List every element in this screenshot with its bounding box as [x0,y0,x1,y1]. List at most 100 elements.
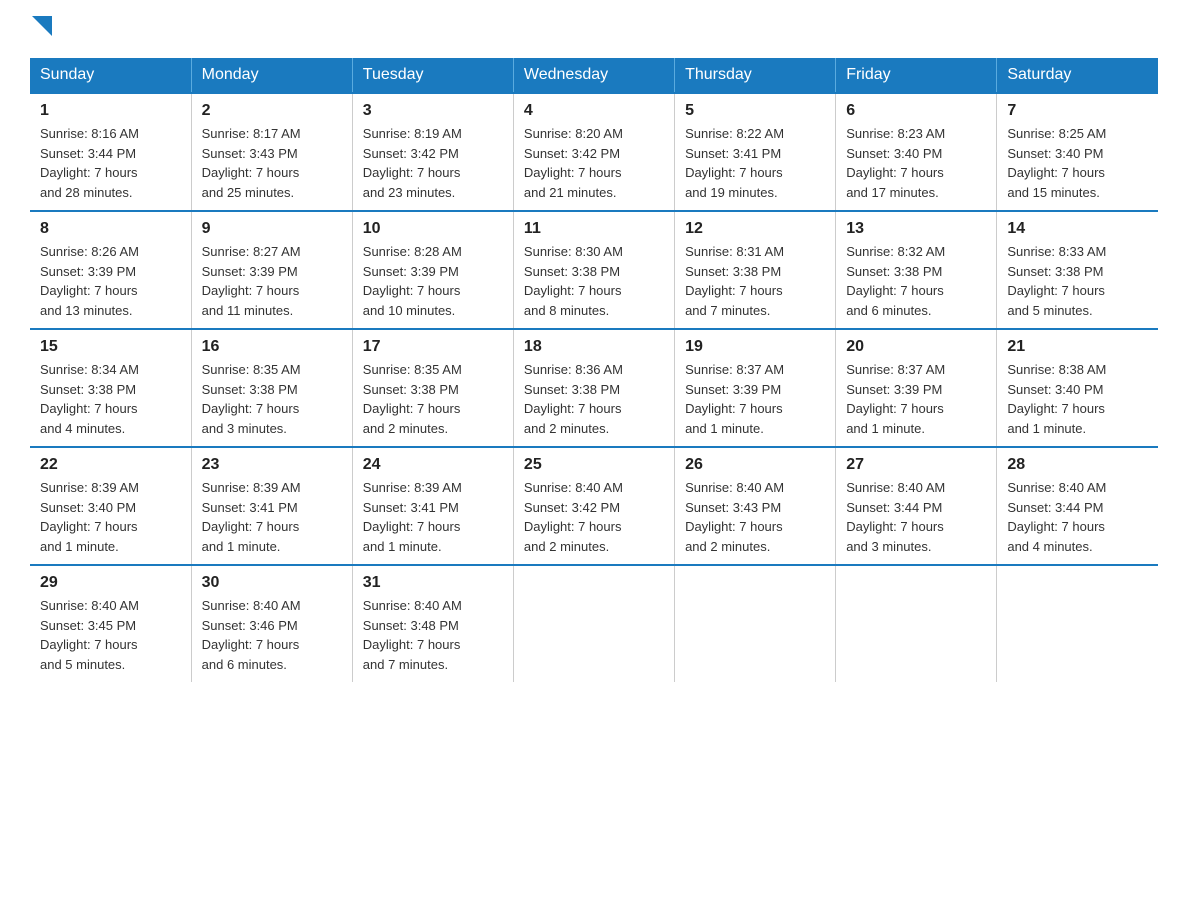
day-number: 26 [685,456,825,474]
calendar-cell: 5 Sunrise: 8:22 AM Sunset: 3:41 PM Dayli… [675,93,836,211]
day-number: 23 [202,456,342,474]
day-info: Sunrise: 8:23 AM Sunset: 3:40 PM Dayligh… [846,124,986,202]
weekday-header-tuesday: Tuesday [352,58,513,93]
calendar-cell: 15 Sunrise: 8:34 AM Sunset: 3:38 PM Dayl… [30,329,191,447]
day-number: 9 [202,220,342,238]
day-number: 24 [363,456,503,474]
calendar-cell: 17 Sunrise: 8:35 AM Sunset: 3:38 PM Dayl… [352,329,513,447]
calendar-cell: 28 Sunrise: 8:40 AM Sunset: 3:44 PM Dayl… [997,447,1158,565]
day-number: 18 [524,338,664,356]
day-info: Sunrise: 8:39 AM Sunset: 3:40 PM Dayligh… [40,478,181,556]
calendar-cell: 22 Sunrise: 8:39 AM Sunset: 3:40 PM Dayl… [30,447,191,565]
day-info: Sunrise: 8:40 AM Sunset: 3:48 PM Dayligh… [363,596,503,674]
calendar-cell: 21 Sunrise: 8:38 AM Sunset: 3:40 PM Dayl… [997,329,1158,447]
calendar-cell: 1 Sunrise: 8:16 AM Sunset: 3:44 PM Dayli… [30,93,191,211]
day-info: Sunrise: 8:37 AM Sunset: 3:39 PM Dayligh… [685,360,825,438]
day-info: Sunrise: 8:31 AM Sunset: 3:38 PM Dayligh… [685,242,825,320]
day-number: 3 [363,102,503,120]
day-number: 25 [524,456,664,474]
day-info: Sunrise: 8:32 AM Sunset: 3:38 PM Dayligh… [846,242,986,320]
day-number: 20 [846,338,986,356]
day-number: 21 [1007,338,1148,356]
day-number: 17 [363,338,503,356]
day-number: 5 [685,102,825,120]
day-number: 22 [40,456,181,474]
calendar-cell: 4 Sunrise: 8:20 AM Sunset: 3:42 PM Dayli… [513,93,674,211]
day-info: Sunrise: 8:35 AM Sunset: 3:38 PM Dayligh… [363,360,503,438]
calendar-cell: 2 Sunrise: 8:17 AM Sunset: 3:43 PM Dayli… [191,93,352,211]
calendar-cell: 31 Sunrise: 8:40 AM Sunset: 3:48 PM Dayl… [352,565,513,682]
day-info: Sunrise: 8:30 AM Sunset: 3:38 PM Dayligh… [524,242,664,320]
day-number: 31 [363,574,503,592]
weekday-header-monday: Monday [191,58,352,93]
calendar-cell: 23 Sunrise: 8:39 AM Sunset: 3:41 PM Dayl… [191,447,352,565]
weekday-header-friday: Friday [836,58,997,93]
day-number: 4 [524,102,664,120]
calendar-cell: 25 Sunrise: 8:40 AM Sunset: 3:42 PM Dayl… [513,447,674,565]
day-number: 12 [685,220,825,238]
calendar-cell: 6 Sunrise: 8:23 AM Sunset: 3:40 PM Dayli… [836,93,997,211]
day-info: Sunrise: 8:40 AM Sunset: 3:43 PM Dayligh… [685,478,825,556]
day-number: 27 [846,456,986,474]
day-info: Sunrise: 8:28 AM Sunset: 3:39 PM Dayligh… [363,242,503,320]
day-info: Sunrise: 8:25 AM Sunset: 3:40 PM Dayligh… [1007,124,1148,202]
calendar-cell: 20 Sunrise: 8:37 AM Sunset: 3:39 PM Dayl… [836,329,997,447]
calendar-week-row: 8 Sunrise: 8:26 AM Sunset: 3:39 PM Dayli… [30,211,1158,329]
day-info: Sunrise: 8:39 AM Sunset: 3:41 PM Dayligh… [202,478,342,556]
calendar-cell: 26 Sunrise: 8:40 AM Sunset: 3:43 PM Dayl… [675,447,836,565]
day-info: Sunrise: 8:40 AM Sunset: 3:44 PM Dayligh… [846,478,986,556]
day-number: 19 [685,338,825,356]
day-info: Sunrise: 8:36 AM Sunset: 3:38 PM Dayligh… [524,360,664,438]
day-info: Sunrise: 8:26 AM Sunset: 3:39 PM Dayligh… [40,242,181,320]
page-header [30,20,1158,38]
day-info: Sunrise: 8:22 AM Sunset: 3:41 PM Dayligh… [685,124,825,202]
day-number: 8 [40,220,181,238]
day-info: Sunrise: 8:20 AM Sunset: 3:42 PM Dayligh… [524,124,664,202]
day-number: 14 [1007,220,1148,238]
day-number: 2 [202,102,342,120]
day-info: Sunrise: 8:37 AM Sunset: 3:39 PM Dayligh… [846,360,986,438]
calendar-cell: 10 Sunrise: 8:28 AM Sunset: 3:39 PM Dayl… [352,211,513,329]
day-info: Sunrise: 8:35 AM Sunset: 3:38 PM Dayligh… [202,360,342,438]
day-number: 1 [40,102,181,120]
logo-triangle-icon [32,16,54,38]
day-info: Sunrise: 8:16 AM Sunset: 3:44 PM Dayligh… [40,124,181,202]
day-info: Sunrise: 8:39 AM Sunset: 3:41 PM Dayligh… [363,478,503,556]
calendar-cell: 16 Sunrise: 8:35 AM Sunset: 3:38 PM Dayl… [191,329,352,447]
calendar-table: SundayMondayTuesdayWednesdayThursdayFrid… [30,58,1158,682]
calendar-cell: 14 Sunrise: 8:33 AM Sunset: 3:38 PM Dayl… [997,211,1158,329]
day-number: 16 [202,338,342,356]
weekday-header-row: SundayMondayTuesdayWednesdayThursdayFrid… [30,58,1158,93]
calendar-cell: 3 Sunrise: 8:19 AM Sunset: 3:42 PM Dayli… [352,93,513,211]
calendar-week-row: 15 Sunrise: 8:34 AM Sunset: 3:38 PM Dayl… [30,329,1158,447]
day-number: 29 [40,574,181,592]
calendar-cell [513,565,674,682]
day-info: Sunrise: 8:17 AM Sunset: 3:43 PM Dayligh… [202,124,342,202]
calendar-cell: 13 Sunrise: 8:32 AM Sunset: 3:38 PM Dayl… [836,211,997,329]
calendar-week-row: 29 Sunrise: 8:40 AM Sunset: 3:45 PM Dayl… [30,565,1158,682]
calendar-cell: 19 Sunrise: 8:37 AM Sunset: 3:39 PM Dayl… [675,329,836,447]
calendar-cell [675,565,836,682]
calendar-cell: 27 Sunrise: 8:40 AM Sunset: 3:44 PM Dayl… [836,447,997,565]
calendar-cell: 24 Sunrise: 8:39 AM Sunset: 3:41 PM Dayl… [352,447,513,565]
calendar-cell: 8 Sunrise: 8:26 AM Sunset: 3:39 PM Dayli… [30,211,191,329]
weekday-header-saturday: Saturday [997,58,1158,93]
day-info: Sunrise: 8:33 AM Sunset: 3:38 PM Dayligh… [1007,242,1148,320]
calendar-cell: 29 Sunrise: 8:40 AM Sunset: 3:45 PM Dayl… [30,565,191,682]
calendar-cell: 30 Sunrise: 8:40 AM Sunset: 3:46 PM Dayl… [191,565,352,682]
day-info: Sunrise: 8:34 AM Sunset: 3:38 PM Dayligh… [40,360,181,438]
day-info: Sunrise: 8:40 AM Sunset: 3:45 PM Dayligh… [40,596,181,674]
day-number: 10 [363,220,503,238]
day-number: 7 [1007,102,1148,120]
calendar-body: 1 Sunrise: 8:16 AM Sunset: 3:44 PM Dayli… [30,93,1158,682]
day-info: Sunrise: 8:19 AM Sunset: 3:42 PM Dayligh… [363,124,503,202]
day-info: Sunrise: 8:38 AM Sunset: 3:40 PM Dayligh… [1007,360,1148,438]
calendar-week-row: 22 Sunrise: 8:39 AM Sunset: 3:40 PM Dayl… [30,447,1158,565]
calendar-cell [997,565,1158,682]
day-number: 30 [202,574,342,592]
weekday-header-wednesday: Wednesday [513,58,674,93]
weekday-header-sunday: Sunday [30,58,191,93]
day-number: 15 [40,338,181,356]
calendar-cell: 11 Sunrise: 8:30 AM Sunset: 3:38 PM Dayl… [513,211,674,329]
day-info: Sunrise: 8:40 AM Sunset: 3:42 PM Dayligh… [524,478,664,556]
